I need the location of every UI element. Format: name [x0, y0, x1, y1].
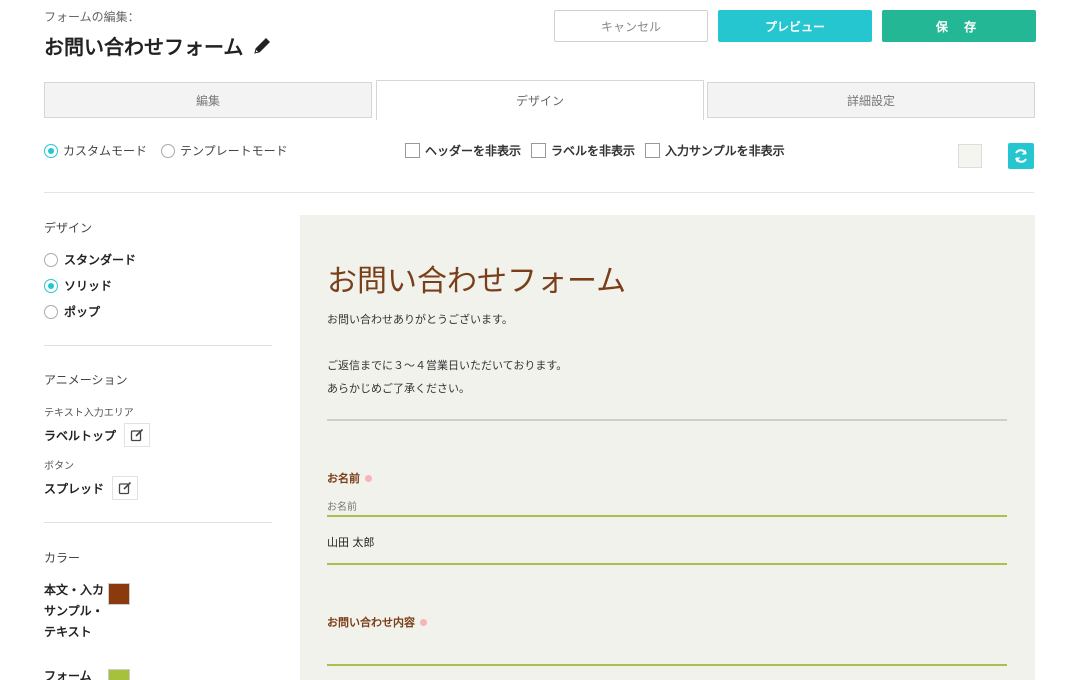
text-area-setting: ラベルトップ — [44, 423, 151, 447]
text-color-swatch[interactable] — [108, 583, 130, 605]
hide-labels-option[interactable]: ラベルを非表示 — [531, 142, 635, 159]
name-input-underline — [327, 563, 1007, 565]
save-button[interactable]: 保 存 — [882, 10, 1036, 42]
tab-advanced-settings[interactable]: 詳細設定 — [707, 82, 1035, 118]
form-color-swatch[interactable] — [108, 669, 130, 680]
hide-labels-checkbox[interactable] — [531, 143, 547, 158]
inquiry-label-text: お問い合わせ内容 — [327, 616, 415, 629]
custom-mode-radio[interactable] — [44, 143, 58, 158]
form-title: お問い合わせフォーム — [44, 31, 273, 60]
name-label-text: お名前 — [327, 472, 360, 485]
template-mode-option[interactable]: テンプレートモード — [161, 142, 288, 159]
preview-intro-line: ご返信までに３〜４営業日いただいております。 — [327, 359, 568, 372]
hide-header-checkbox[interactable] — [405, 143, 420, 158]
design-option-solid[interactable]: ソリッド — [44, 277, 112, 294]
color-label-text: 本文・入カサンプル・テキスト — [44, 583, 105, 639]
hide-labels-label: ラベルを非表示 — [551, 144, 636, 158]
color-item-text: 本文・入カサンプル・テキスト — [44, 580, 130, 643]
sidebar-divider — [44, 522, 272, 523]
background-color-swatch[interactable] — [958, 144, 982, 168]
preview-intro-line: あらかじめご了承ください。 — [327, 382, 470, 395]
design-radio-standard[interactable] — [44, 252, 58, 267]
button-animation-label: ボタン — [44, 461, 74, 472]
custom-mode-label: カスタムモード — [63, 144, 148, 158]
button-animation-setting: スプレッド — [44, 476, 139, 500]
edit-icon — [130, 428, 144, 442]
animation-heading: アニメーション — [44, 373, 128, 387]
custom-mode-option[interactable]: カスタムモード — [44, 142, 147, 159]
required-indicator — [420, 618, 427, 626]
mode-selector: カスタムモード テンプレートモード — [44, 142, 288, 159]
hide-header-label: ヘッダーを非表示 — [425, 144, 522, 158]
name-field-underline — [327, 515, 1007, 517]
sidebar-divider — [44, 345, 272, 346]
edit-button-animation-button[interactable] — [112, 476, 139, 500]
form-title-text: お問い合わせフォーム — [44, 35, 244, 59]
color-label-form: フォーム — [44, 669, 92, 680]
design-option-standard[interactable]: スタンダード — [44, 251, 136, 268]
required-indicator — [365, 474, 372, 482]
name-field-sample: お名前 — [327, 502, 357, 513]
preview-button[interactable]: プレビュー — [718, 10, 872, 42]
cancel-button[interactable]: キャンセル — [554, 10, 708, 42]
form-edit-label: フォームの編集： — [44, 10, 140, 24]
preview-form-title: お問い合わせフォーム — [327, 264, 627, 299]
template-mode-label: テンプレートモード — [180, 144, 288, 158]
design-radio-solid[interactable] — [44, 278, 58, 293]
preview-divider — [327, 419, 1007, 421]
color-heading: カラー — [44, 551, 81, 565]
edit-icon — [118, 481, 132, 495]
name-field-input[interactable]: 山田 太郎 — [327, 534, 375, 550]
design-option-label: ソリッド — [64, 279, 113, 293]
design-option-label: ポップ — [64, 305, 101, 319]
design-radio-pop[interactable] — [44, 304, 58, 319]
preview-intro-line: お問い合わせありがとうございます。 — [327, 313, 513, 326]
color-item-form: フォーム — [44, 666, 130, 680]
pencil-icon[interactable] — [251, 35, 273, 57]
text-area-value: ラベルトップ — [44, 428, 117, 443]
design-option-label: スタンダード — [64, 253, 137, 267]
template-mode-radio[interactable] — [161, 143, 176, 158]
hide-header-option[interactable]: ヘッダーを非表示 — [405, 142, 521, 159]
hide-samples-checkbox[interactable] — [645, 143, 661, 158]
hide-samples-option[interactable]: 入力サンプルを非表示 — [645, 142, 785, 159]
tab-edit[interactable]: 編集 — [44, 82, 372, 118]
refresh-button[interactable] — [1008, 143, 1034, 169]
name-field-label: お名前 — [327, 470, 372, 486]
edit-text-area-animation-button[interactable] — [124, 423, 151, 447]
inquiry-field-underline[interactable] — [327, 664, 1007, 666]
button-animation-value: スプレッド — [44, 481, 105, 496]
inquiry-field-label: お問い合わせ内容 — [327, 614, 427, 630]
hide-samples-label: 入力サンプルを非表示 — [665, 144, 785, 158]
display-toggles: ヘッダーを非表示 ラベルを非表示 入力サンプルを非表示 — [405, 142, 785, 159]
text-area-label: テキスト入力エリア — [44, 408, 134, 419]
refresh-icon — [1015, 149, 1027, 163]
tab-design[interactable]: デザイン — [376, 80, 704, 120]
design-option-pop[interactable]: ポップ — [44, 303, 100, 320]
design-heading: デザイン — [44, 221, 93, 235]
divider — [44, 192, 1034, 193]
